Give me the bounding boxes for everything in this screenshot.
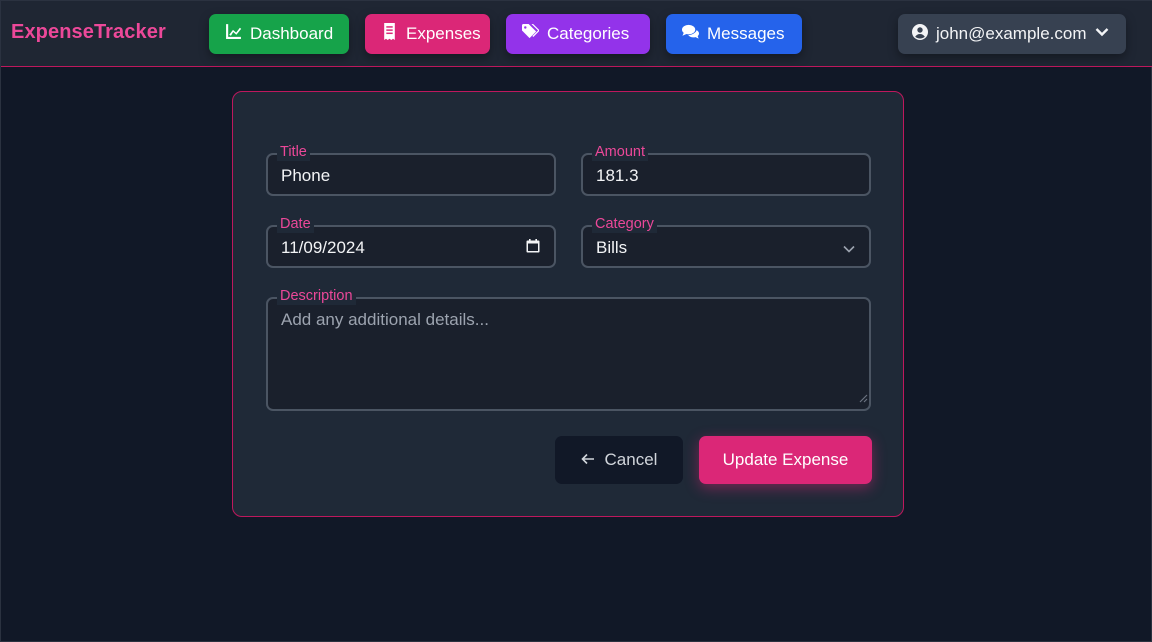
chart-line-icon — [225, 23, 242, 45]
chevron-down-icon — [843, 241, 855, 259]
date-label: Date — [277, 215, 314, 233]
title-field[interactable]: Title Phone — [266, 143, 556, 196]
nav-categories-label: Categories — [547, 24, 630, 43]
category-select[interactable]: Category Bills — [581, 215, 871, 268]
nav-dashboard-label: Dashboard — [250, 24, 334, 43]
description-label: Description — [277, 287, 356, 305]
date-value: 11/09/2024 — [281, 238, 365, 257]
user-email: john@example.com — [936, 24, 1087, 43]
description-placeholder: Add any additional details... — [281, 310, 489, 329]
brand-logo[interactable]: ExpenseTracker — [11, 21, 166, 44]
title-value: Phone — [281, 166, 331, 185]
amount-value: 181.3 — [596, 166, 639, 185]
tags-icon — [522, 23, 539, 45]
nav-messages-button[interactable]: Messages — [666, 14, 802, 54]
amount-field[interactable]: Amount 181.3 — [581, 143, 871, 196]
resize-handle-icon[interactable] — [858, 390, 868, 408]
app-root: ExpenseTracker Dashboard Expenses Catego… — [0, 0, 1152, 642]
cancel-button[interactable]: Cancel — [555, 436, 683, 484]
description-textarea[interactable]: Description Add any additional details..… — [266, 287, 871, 411]
update-expense-button[interactable]: Update Expense — [699, 436, 872, 484]
navbar: ExpenseTracker Dashboard Expenses Catego… — [1, 1, 1152, 67]
update-expense-label: Update Expense — [722, 450, 849, 469]
edit-expense-card: Title Phone Amount 181.3 Date 11/09/2024… — [232, 91, 904, 517]
nav-messages-label: Messages — [707, 24, 785, 43]
arrow-left-icon — [580, 450, 595, 470]
user-circle-icon — [912, 23, 928, 45]
amount-label: Amount — [592, 143, 648, 161]
nav-expenses-button[interactable]: Expenses — [365, 14, 490, 54]
user-menu-button[interactable]: john@example.com — [898, 14, 1126, 54]
calendar-icon[interactable] — [526, 239, 540, 258]
receipt-icon — [381, 23, 398, 45]
category-label: Category — [592, 215, 657, 233]
category-value: Bills — [596, 238, 628, 257]
nav-dashboard-button[interactable]: Dashboard — [209, 14, 349, 54]
date-field[interactable]: Date 11/09/2024 — [266, 215, 556, 268]
chevron-down-icon — [1095, 24, 1109, 44]
title-label: Title — [277, 143, 310, 161]
nav-categories-button[interactable]: Categories — [506, 14, 650, 54]
cancel-label: Cancel — [604, 450, 658, 469]
nav-expenses-label: Expenses — [406, 24, 481, 43]
comments-icon — [682, 23, 699, 45]
